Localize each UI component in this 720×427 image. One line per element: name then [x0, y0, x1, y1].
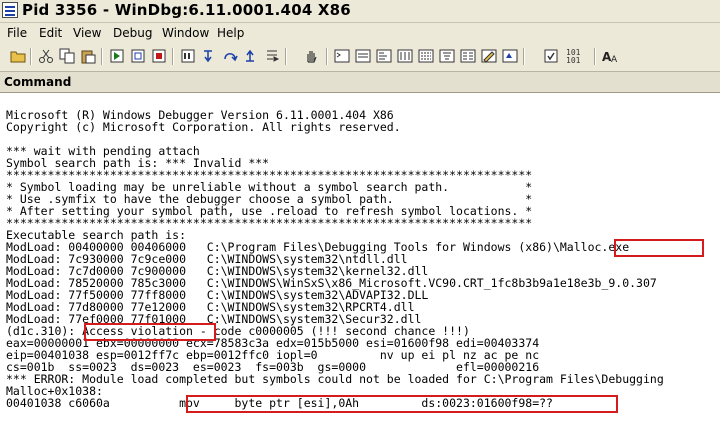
open-icon[interactable]: [9, 47, 27, 65]
output-line: Copyright (c) Microsoft Corporation. All…: [6, 120, 401, 134]
menu-edit[interactable]: Edit: [39, 26, 62, 40]
svg-text:101: 101: [566, 56, 581, 65]
step-out-icon[interactable]: [242, 47, 260, 65]
menu-debug[interactable]: Debug: [113, 26, 152, 40]
panel-header: Command: [0, 72, 720, 93]
registers-icon[interactable]: [396, 47, 414, 65]
menu-help[interactable]: Help: [217, 26, 244, 40]
stop-icon[interactable]: [150, 47, 168, 65]
call-stack-icon[interactable]: [438, 47, 456, 65]
window-title: Pid 3356 - WinDbg:6.11.0001.404 X86: [22, 1, 351, 19]
paste-icon[interactable]: [79, 47, 97, 65]
title-bar: Pid 3356 - WinDbg:6.11.0001.404 X86: [0, 0, 720, 23]
line-numbers-icon[interactable]: [542, 47, 560, 65]
toolbar: 101 101 AA: [0, 43, 720, 72]
break-icon[interactable]: [179, 47, 197, 65]
watch-icon[interactable]: [354, 47, 372, 65]
go-icon[interactable]: [108, 47, 126, 65]
memory-icon[interactable]: [417, 47, 435, 65]
command-window-icon[interactable]: [333, 47, 351, 65]
menu-file[interactable]: File: [7, 26, 27, 40]
command-output[interactable]: Microsoft (R) Windows Debugger Version 6…: [0, 93, 720, 427]
highlight-faulting-instruction: [186, 395, 618, 413]
disassembly-icon[interactable]: [459, 47, 477, 65]
svg-text:A: A: [611, 55, 618, 65]
hand-icon[interactable]: [302, 47, 320, 65]
restart-icon[interactable]: [129, 47, 147, 65]
locals-icon[interactable]: [375, 47, 393, 65]
hex-mode-icon[interactable]: 101 101: [565, 47, 583, 65]
font-icon[interactable]: AA: [601, 47, 619, 65]
menu-bar: File Edit View Debug Window Help: [0, 23, 720, 43]
copy-icon[interactable]: [58, 47, 76, 65]
menu-view[interactable]: View: [73, 26, 101, 40]
app-icon[interactable]: [2, 2, 18, 18]
output-line: *** ERROR: Module load completed but sym…: [6, 372, 664, 386]
step-over-icon[interactable]: [221, 47, 239, 65]
step-into-icon[interactable]: [200, 47, 218, 65]
menu-window[interactable]: Window: [162, 26, 209, 40]
cut-icon[interactable]: [37, 47, 55, 65]
highlight-access-violation: [84, 323, 216, 341]
scratch-pad-icon[interactable]: [480, 47, 498, 65]
run-to-cursor-icon[interactable]: [263, 47, 281, 65]
panel-title: Command: [4, 75, 72, 89]
highlight-malloc-exe: [614, 239, 704, 257]
source-mode-icon[interactable]: [501, 47, 519, 65]
